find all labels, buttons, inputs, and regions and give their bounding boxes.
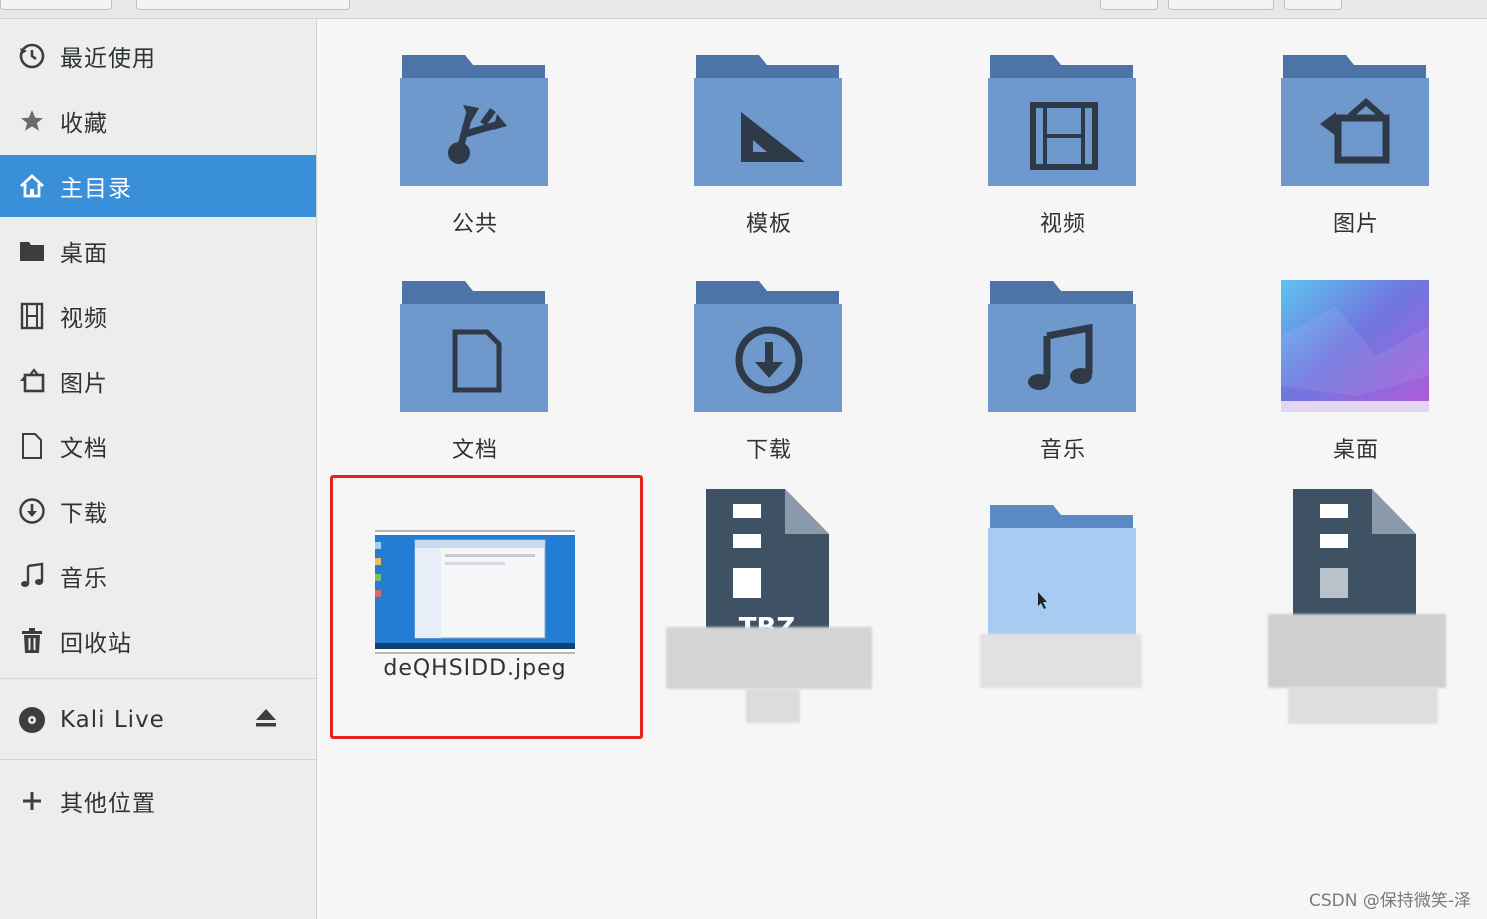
plus-icon (16, 785, 48, 817)
folder-icon (988, 505, 1136, 638)
folder-music-icon (988, 281, 1136, 412)
file-label: 音乐 (1039, 438, 1086, 463)
sidebar-item-label: 回收站 (60, 631, 132, 657)
search-button[interactable] (1100, 0, 1158, 10)
eject-icon[interactable] (254, 707, 278, 733)
sidebar-separator (0, 759, 316, 760)
blurred-filename (666, 627, 872, 689)
folder-download-icon (694, 281, 842, 412)
blurred-filename (980, 634, 1142, 688)
sidebar-item-pictures[interactable]: 图片 (0, 350, 316, 412)
header-bar (0, 0, 1487, 19)
sidebar-item-trash[interactable]: 回收站 (0, 610, 316, 672)
file-label: 模板 (745, 212, 792, 237)
sidebar-item-label: 视频 (60, 306, 108, 332)
sidebar-item-desktop[interactable]: 桌面 (0, 220, 316, 282)
file-label: 公共 (451, 212, 498, 237)
menu-button[interactable] (1284, 0, 1342, 10)
selection-highlight-box (330, 475, 643, 739)
music-note-icon (16, 560, 48, 592)
sidebar-item-label: 图片 (60, 371, 108, 397)
sidebar-item-starred[interactable]: 收藏 (0, 90, 316, 152)
file-label: 文档 (451, 438, 498, 463)
sidebar-item-label: 最近使用 (60, 46, 156, 72)
folder-pictures-icon (1281, 55, 1429, 186)
recent-clock-icon (16, 40, 48, 72)
sidebar-item-kali-live[interactable]: Kali Live (0, 689, 316, 751)
view-toggle-button[interactable] (1168, 0, 1274, 10)
download-icon (16, 495, 48, 527)
sidebar-item-other-locations[interactable]: 其他位置 (0, 770, 316, 832)
sidebar-item-documents[interactable]: 文档 (0, 415, 316, 477)
sidebar-item-label: 桌面 (60, 241, 108, 267)
folder-videos-icon (988, 55, 1136, 186)
sidebar: 最近使用 收藏 主目录 桌面 视频 图片 文档 下载 音乐 回收站 Kali L… (0, 19, 317, 919)
disc-icon (16, 704, 48, 736)
sidebar-item-label: 文档 (60, 436, 108, 462)
sidebar-item-home[interactable]: 主目录 (0, 155, 316, 217)
watermark-text: CSDN @保持微笑-泽 (1308, 891, 1471, 911)
sidebar-item-recent[interactable]: 最近使用 (0, 25, 316, 87)
star-icon (16, 105, 48, 137)
trash-icon (16, 625, 48, 657)
sidebar-item-music[interactable]: 音乐 (0, 545, 316, 607)
sidebar-item-label: 主目录 (60, 176, 132, 202)
sidebar-item-videos[interactable]: 视频 (0, 285, 316, 347)
folder-templates-icon (694, 55, 842, 186)
blurred-filename (1288, 688, 1438, 724)
path-bar-button[interactable] (136, 0, 350, 10)
blurred-filename (1268, 614, 1446, 688)
sidebar-item-label: 音乐 (60, 566, 108, 592)
back-button[interactable] (0, 0, 112, 10)
file-label: 下载 (745, 438, 792, 463)
blurred-filename (746, 689, 800, 723)
folder-documents-icon (400, 281, 548, 412)
file-label: 图片 (1332, 212, 1379, 237)
sidebar-item-label: Kali Live (60, 707, 165, 733)
sidebar-separator (0, 678, 316, 679)
film-icon (16, 300, 48, 332)
picture-icon (16, 365, 48, 397)
home-icon (16, 170, 48, 202)
document-icon (16, 430, 48, 462)
sidebar-item-label: 下载 (60, 501, 108, 527)
file-label: 视频 (1039, 212, 1086, 237)
sidebar-item-downloads[interactable]: 下载 (0, 480, 316, 542)
sidebar-item-label: 其他位置 (60, 791, 156, 817)
desktop-thumbnail-icon (1281, 280, 1429, 412)
sidebar-item-label: 收藏 (60, 111, 108, 137)
file-label: 桌面 (1332, 438, 1379, 463)
folder-icon (16, 235, 48, 267)
folder-public-icon (400, 55, 548, 186)
